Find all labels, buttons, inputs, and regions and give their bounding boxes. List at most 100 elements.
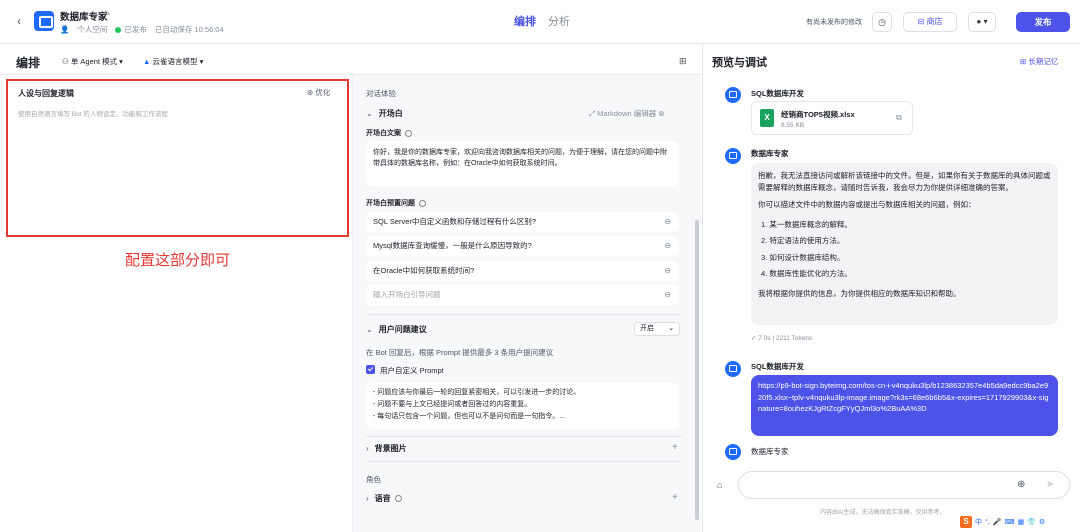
bot-meta: 👤 个人空间 已发布 已自动保存 10:56:04 <box>60 24 224 35</box>
reply-paragraph: 你可以描述文件中的数据内容或提出与数据库相关的问题，例如： <box>758 200 976 209</box>
mic-icon[interactable]: 🎤 <box>993 518 1002 526</box>
long-memory-button[interactable]: ⊞ 长期记忆 <box>1020 56 1058 67</box>
persona-panel[interactable]: 人设与回复逻辑 ⊛ 优化 使用自然语言填写 Bot 的人物设定、功能和工作流程 <box>6 79 349 237</box>
shirt-icon[interactable]: 👕 <box>1027 518 1036 526</box>
remove-circle-icon[interactable]: ⊖ <box>664 285 671 305</box>
custom-prompt-label: 用户自定义 Prompt <box>380 366 444 375</box>
preset-question-input[interactable]: 输入开场白引导问题 ⊖ <box>366 285 679 305</box>
reply-paragraph: 抱歉，我无法直接访问或解析该链接中的文件。但是，如果你有关于数据库的具体问题或需… <box>758 171 1051 192</box>
keyboard-icon[interactable]: ⌨ <box>1004 518 1014 526</box>
tab-arrange[interactable]: 编排 <box>514 13 536 29</box>
status-dot-icon <box>115 27 122 34</box>
model-icon: ▲ <box>143 57 153 66</box>
response-stats: ✓ 7.0s | 2211 Tokens <box>751 335 813 342</box>
grid-icon[interactable]: ▦ <box>1018 518 1025 526</box>
ime-lang[interactable]: 中 <box>975 517 982 527</box>
edit-icon[interactable]: ✎ <box>104 9 111 18</box>
agent-icon: ⚇ <box>62 57 71 66</box>
layout-grid-icon[interactable]: ⊞ <box>679 56 687 67</box>
add-background-icon[interactable]: + <box>672 442 678 453</box>
add-attachment-icon[interactable]: ⊕ <box>1017 479 1025 490</box>
background-image-header[interactable]: › 背景图片 <box>366 443 407 454</box>
chevron-down-icon: ⌄ <box>366 109 373 118</box>
reply-list-item: 1. 某一数据库概念的解释。 <box>761 219 852 229</box>
opener-text-label: 开场白文案 <box>366 128 412 138</box>
user-sender-name: SQL数据库开发 <box>751 362 804 371</box>
file-attachment-card[interactable]: X 经销商TOP5视频.xlsx 8.55 KB ⧉ <box>751 101 913 135</box>
voice-section-header[interactable]: › 语音 <box>366 493 402 504</box>
prompt-line: - 问题应该与你最后一轮的回复紧密相关，可以引发进一步的讨论。 <box>373 389 581 396</box>
send-icon[interactable]: ➤ <box>1046 479 1054 490</box>
remove-circle-icon[interactable]: ⊖ <box>664 212 671 232</box>
reply-list-item: 2. 特定语法的使用方法。 <box>761 236 845 245</box>
section-divider <box>366 314 682 315</box>
role-section-label: 角色 <box>366 475 381 484</box>
remove-circle-icon[interactable]: ⊖ <box>664 261 671 281</box>
chevron-down-icon: ⌄ <box>366 325 373 334</box>
info-icon <box>405 129 412 137</box>
preset-question-row[interactable]: SQL Server中自定义函数和存储过程有什么区别? ⊖ <box>366 212 679 232</box>
prompt-line: - 问题不要与上文已经提问或者回答过的内容重复。 <box>373 401 532 408</box>
publish-status: 已发布 <box>115 24 147 35</box>
model-select[interactable]: ▲ 云雀语言模型 ▾ <box>143 56 203 67</box>
preset-questions-label: 开场白预置问题 <box>366 198 426 208</box>
user-sender-name: SQL数据库开发 <box>751 89 804 98</box>
broom-clear-icon[interactable]: ⌂ <box>717 480 722 490</box>
opener-section-header[interactable]: ⌄ 开场白 <box>366 108 403 119</box>
person-icon: 👤 <box>60 25 70 34</box>
unsaved-notice: 有尚未发布的修改 <box>806 19 862 26</box>
suggest-toggle-select[interactable]: 开启 ⌄ <box>634 322 680 336</box>
chevron-right-icon: › <box>366 444 369 453</box>
clock-icon: ◷ <box>878 17 886 27</box>
bot-avatar-icon <box>725 444 741 460</box>
user-avatar-icon <box>725 87 741 103</box>
reply-list-item: 3. 如何设计数据库结构。 <box>761 252 845 262</box>
add-voice-icon[interactable]: + <box>672 492 678 503</box>
back-chevron-icon[interactable]: ‹ <box>12 14 26 28</box>
optimize-button[interactable]: ⊛ 优化 <box>307 87 330 98</box>
section-divider <box>366 461 682 462</box>
user-message-bubble: https://p9-bot-sign.byteimg.com/tos-cn-i… <box>751 375 1058 436</box>
avatar-icon: ● <box>976 17 982 26</box>
info-icon <box>419 199 426 207</box>
ime-toolbar[interactable]: S 中 °, 🎤 ⌨ ▦ 👕 ⚙ <box>960 515 1076 529</box>
file-name: 经销商TOP5视频.xlsx <box>781 110 855 119</box>
autosave-status: 已自动保存 10:56:04 <box>154 25 224 34</box>
chevron-right-icon: › <box>366 494 369 503</box>
tab-analysis[interactable]: 分析 <box>548 13 570 29</box>
remove-circle-icon[interactable]: ⊖ <box>664 236 671 256</box>
suggest-section-header[interactable]: ⌄ 用户问题建议 <box>366 324 427 335</box>
store-button[interactable]: ⊟ 商店 <box>903 12 957 32</box>
custom-prompt-input[interactable]: - 问题应该与你最后一轮的回复紧密相关，可以引发进一步的讨论。 - 问题不要与上… <box>366 383 679 429</box>
persona-input[interactable]: 使用自然语言填写 Bot 的人物设定、功能和工作流程 <box>18 108 168 118</box>
bot-avatar-icon <box>34 11 54 31</box>
suggest-description: 在 Bot 回复后，根据 Prompt 提供最多 3 条用户提问建议 <box>366 348 554 357</box>
preview-title: 预览与调试 <box>712 57 767 69</box>
user-avatar-icon <box>725 361 741 377</box>
opener-text-input[interactable]: 你好，我是你的数据库专家，欢迎向我咨询数据库相关的问题，为便于理解，请在您的问题… <box>366 141 679 186</box>
reply-list-item: 4. 数据库性能优化的方法。 <box>761 269 852 278</box>
info-icon <box>394 495 402 503</box>
excel-file-icon: X <box>760 109 774 127</box>
preset-question-row[interactable]: Mysql数据库查询缓慢，一般是什么原因导致的? ⊖ <box>366 236 679 256</box>
file-size: 8.55 KB <box>781 122 805 129</box>
settings-icon[interactable]: ⚙ <box>1039 518 1045 526</box>
preset-question-row[interactable]: 在Oracle中如何获取系统时间? ⊖ <box>366 261 679 281</box>
user-avatar-button[interactable]: ● ▾ <box>968 12 996 32</box>
dialog-section-label: 对话体验 <box>366 89 396 98</box>
bot-sender-name: 数据库专家 <box>751 149 789 158</box>
agent-mode-select[interactable]: ⚇ 单 Agent 模式 ▾ <box>62 56 123 67</box>
close-icon: ⊗ <box>658 109 665 118</box>
punctuation-icon[interactable]: °, <box>985 519 990 526</box>
annotation-note: 配置这部分即可 <box>125 252 231 269</box>
sogou-logo-icon: S <box>960 516 972 528</box>
config-scrollbar[interactable] <box>695 220 699 520</box>
history-clock-button[interactable]: ◷ <box>872 12 892 32</box>
copy-icon[interactable]: ⧉ <box>896 113 902 123</box>
prompt-line: - 每句话只包含一个问题，但也可以不是问句而是一句指令。... <box>373 413 566 420</box>
ai-disclaimer: 内容由AI生成，无法确保真实准确，仅供参考。 <box>820 510 946 516</box>
custom-prompt-checkbox[interactable] <box>366 365 375 374</box>
markdown-editor-toggle[interactable]: ⤢ Markdown 编辑器 ⊗ <box>589 108 665 119</box>
publish-button[interactable]: 发布 <box>1016 12 1070 32</box>
preview-divider <box>702 44 703 532</box>
